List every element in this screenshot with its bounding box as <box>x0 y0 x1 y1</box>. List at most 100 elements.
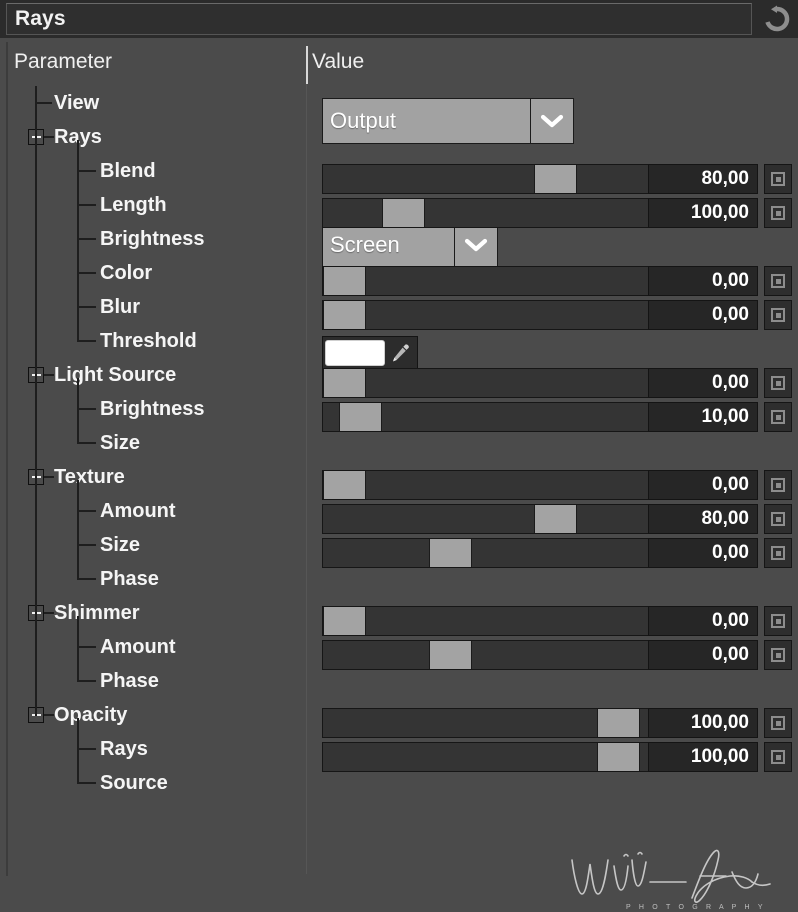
slider-row-light-source-size: 10,00 <box>322 402 792 432</box>
tree-item-phase[interactable]: Phase <box>6 562 306 596</box>
tree-item-label: Shimmer <box>54 601 140 624</box>
slider-row-light-source-brightness: 0,00 <box>322 368 792 398</box>
reset-square-inner <box>775 278 781 284</box>
value-text: 0,00 <box>712 474 749 495</box>
slider-thumb[interactable] <box>323 267 366 295</box>
value-text: 0,00 <box>712 644 749 665</box>
slider-thumb[interactable] <box>382 199 425 227</box>
value-field-texture-amount[interactable]: 0,00 <box>648 470 758 500</box>
chevron-down-icon[interactable] <box>531 99 573 143</box>
slider-thumb[interactable] <box>534 165 577 193</box>
tree-item-label: Size <box>100 431 141 454</box>
value-field-texture-phase[interactable]: 0,00 <box>648 538 758 568</box>
slider-thumb[interactable] <box>323 369 366 397</box>
value-field-shimmer-amount[interactable]: 0,00 <box>648 606 758 636</box>
value-field-shimmer-phase[interactable]: 0,00 <box>648 640 758 670</box>
value-field-rays-threshold[interactable]: 0,00 <box>648 300 758 330</box>
reset-square-inner <box>775 414 781 420</box>
tree-item-brightness[interactable]: Brightness <box>6 392 306 426</box>
color-swatch[interactable] <box>325 340 385 366</box>
tree-item-light-source[interactable]: Light Source <box>6 358 306 392</box>
tree-item-phase[interactable]: Phase <box>6 664 306 698</box>
parameter-tree: View Rays Blend Length Brightness Color Blur Th… <box>6 86 306 876</box>
tree-item-color[interactable]: Color <box>6 256 306 290</box>
slider-thumb[interactable] <box>534 505 577 533</box>
tree-item-rays[interactable]: Rays <box>6 732 306 766</box>
tree-connector <box>78 578 96 580</box>
refresh-circular-arrow-icon[interactable] <box>760 2 794 36</box>
value-field-opacity-rays[interactable]: 100,00 <box>648 708 758 738</box>
value-field-rays-length[interactable]: 80,00 <box>648 164 758 194</box>
blend-dropdown[interactable]: Screen <box>322 222 498 268</box>
eyedropper-icon[interactable] <box>385 339 415 367</box>
reset-square-icon[interactable] <box>764 742 792 772</box>
tree-item-label: Threshold <box>100 329 197 352</box>
reset-square-icon[interactable] <box>764 402 792 432</box>
slider-thumb[interactable] <box>429 641 472 669</box>
tree-item-threshold[interactable]: Threshold <box>6 324 306 358</box>
slider-thumb[interactable] <box>323 607 366 635</box>
value-field-light-source-brightness[interactable]: 0,00 <box>648 368 758 398</box>
tree-item-rays[interactable]: Rays <box>6 120 306 154</box>
reset-square-icon[interactable] <box>764 266 792 296</box>
value-text: 0,00 <box>712 542 749 563</box>
slider-thumb[interactable] <box>323 471 366 499</box>
tree-item-label: Light Source <box>54 363 177 386</box>
value-field-texture-size[interactable]: 80,00 <box>648 504 758 534</box>
reset-square-outer <box>771 274 785 288</box>
reset-square-icon[interactable] <box>764 640 792 670</box>
blend-dropdown-face[interactable]: Screen <box>323 223 455 267</box>
reset-square-icon[interactable] <box>764 538 792 568</box>
reset-square-icon[interactable] <box>764 198 792 228</box>
reset-square-icon[interactable] <box>764 164 792 194</box>
tree-item-texture[interactable]: Texture <box>6 460 306 494</box>
tree-item-shimmer[interactable]: Shimmer <box>6 596 306 630</box>
effect-name-field[interactable]: Rays <box>6 3 752 35</box>
reset-square-icon[interactable] <box>764 504 792 534</box>
reset-square-inner <box>775 550 781 556</box>
tree-connector <box>44 714 54 716</box>
slider-thumb[interactable] <box>323 301 366 329</box>
chevron-down-icon[interactable] <box>455 223 497 267</box>
color-picker-row[interactable] <box>322 336 418 370</box>
tree-spine <box>77 378 79 444</box>
value-text: 100,00 <box>690 202 749 223</box>
reset-square-outer <box>771 172 785 186</box>
reset-square-icon[interactable] <box>764 368 792 398</box>
value-text: 100,00 <box>690 712 749 733</box>
tree-item-label: Blur <box>100 295 140 318</box>
tree-item-blur[interactable]: Blur <box>6 290 306 324</box>
slider-thumb[interactable] <box>339 403 382 431</box>
tree-item-size[interactable]: Size <box>6 528 306 562</box>
reset-square-inner <box>775 210 781 216</box>
tree-item-amount[interactable]: Amount <box>6 630 306 664</box>
tree-connector <box>78 782 96 784</box>
tree-item-source[interactable]: Source <box>6 766 306 800</box>
reset-square-outer <box>771 206 785 220</box>
tree-item-view[interactable]: View <box>6 86 306 120</box>
reset-square-icon[interactable] <box>764 470 792 500</box>
value-field-light-source-size[interactable]: 10,00 <box>648 402 758 432</box>
tree-connector <box>78 510 96 512</box>
value-field-rays-brightness[interactable]: 100,00 <box>648 198 758 228</box>
slider-thumb[interactable] <box>597 743 640 771</box>
reset-square-icon[interactable] <box>764 708 792 738</box>
view-dropdown[interactable]: Output <box>322 98 574 144</box>
tree-item-opacity[interactable]: Opacity <box>6 698 306 732</box>
tree-item-brightness[interactable]: Brightness <box>6 222 306 256</box>
value-field-opacity-source[interactable]: 100,00 <box>648 742 758 772</box>
slider-row-texture-size: 80,00 <box>322 504 792 534</box>
slider-thumb[interactable] <box>429 539 472 567</box>
view-dropdown-face[interactable]: Output <box>323 99 531 143</box>
tree-item-amount[interactable]: Amount <box>6 494 306 528</box>
tree-item-length[interactable]: Length <box>6 188 306 222</box>
slider-row-rays-threshold: 0,00 <box>322 300 792 330</box>
reset-square-icon[interactable] <box>764 300 792 330</box>
reset-square-icon[interactable] <box>764 606 792 636</box>
value-field-rays-blur[interactable]: 0,00 <box>648 266 758 296</box>
tree-item-blend[interactable]: Blend <box>6 154 306 188</box>
slider-thumb[interactable] <box>597 709 640 737</box>
column-header-parameter: Parameter <box>14 50 113 73</box>
tree-item-size[interactable]: Size <box>6 426 306 460</box>
value-text: 100,00 <box>690 746 749 767</box>
